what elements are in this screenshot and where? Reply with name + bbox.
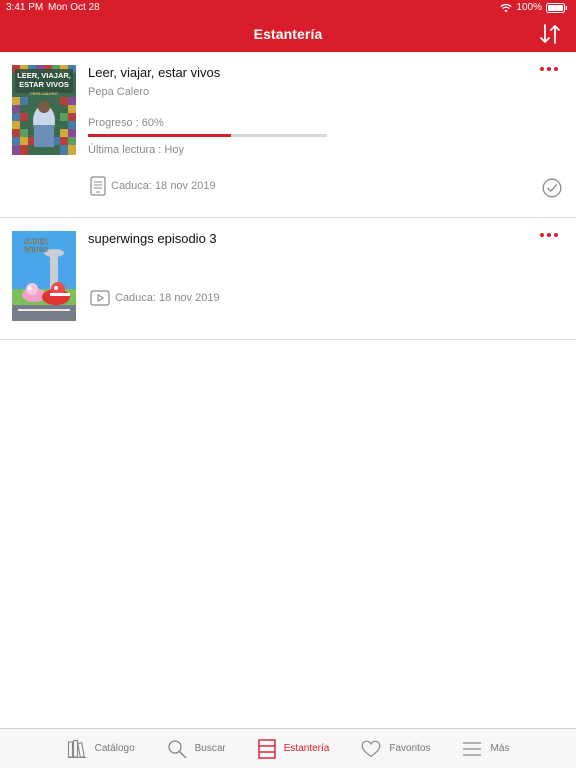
more-options-button[interactable] <box>540 230 560 240</box>
tab-label: Más <box>490 743 510 754</box>
wifi-icon <box>500 3 513 13</box>
more-dot <box>547 233 551 237</box>
check-circle-icon <box>542 178 562 202</box>
shelf-item[interactable]: SUPER WINGS superwings episodio 3 Caduca… <box>0 218 576 340</box>
cover-logo-line-1: SUPER <box>24 239 48 246</box>
battery-icon <box>546 2 568 13</box>
sort-button[interactable] <box>538 22 562 46</box>
battery-percent: 100% <box>516 2 542 13</box>
ebook-icon <box>90 176 106 196</box>
cover-logo-line-2: WINGS <box>24 247 48 254</box>
search-icon <box>167 739 187 759</box>
video-icon <box>90 290 110 306</box>
expiry-info: Caduca: 18 nov 2019 <box>90 176 216 196</box>
item-author: Pepa Calero <box>88 86 150 98</box>
tab-bar: Catálogo Buscar Estantería Favoritos Más <box>0 728 576 768</box>
progress-fill <box>88 134 232 137</box>
more-dots-icon <box>540 67 544 71</box>
cover-title-line-1: LEER, VIAJAR, <box>17 71 71 80</box>
shelf-item[interactable]: LEER, VIAJAR, ESTAR VIVOS PEPA CALERO Le… <box>0 52 576 218</box>
tab-catalogo[interactable]: Catálogo <box>51 729 151 768</box>
mark-finished-button[interactable] <box>542 178 562 198</box>
tab-favoritos[interactable]: Favoritos <box>345 729 446 768</box>
progress-label: Progreso : 60% <box>88 117 164 129</box>
tab-mas[interactable]: Más <box>446 729 525 768</box>
app-header: Estantería <box>0 16 576 52</box>
last-read: Última lectura : Hoy <box>88 144 184 156</box>
status-time: 3:41 PM <box>6 2 44 13</box>
sort-arrows-icon <box>538 24 562 50</box>
cover-title-line-2: ESTAR VIVOS <box>19 80 69 89</box>
more-options-button[interactable] <box>540 64 560 74</box>
status-bar: 3:41 PM Mon Oct 28 100% <box>0 0 576 16</box>
expiry-info: Caduca: 18 nov 2019 <box>90 290 220 306</box>
heart-icon <box>361 740 381 758</box>
cover-author: PEPA CALERO <box>30 91 58 96</box>
book-cover[interactable]: LEER, VIAJAR, ESTAR VIVOS PEPA CALERO <box>12 65 76 155</box>
item-title[interactable]: superwings episodio 3 <box>88 231 217 246</box>
video-cover[interactable]: SUPER WINGS <box>12 231 76 321</box>
shelf-icon <box>258 738 276 759</box>
expiry-text: Caduca: 18 nov 2019 <box>111 180 216 192</box>
tab-label: Favoritos <box>389 743 431 754</box>
progress-bar <box>88 134 327 137</box>
more-dot <box>547 67 551 71</box>
menu-icon <box>462 741 482 757</box>
tab-label: Estantería <box>283 743 330 754</box>
more-dot <box>554 233 558 237</box>
tab-buscar[interactable]: Buscar <box>151 729 242 768</box>
tab-label: Catálogo <box>94 743 135 754</box>
books-icon <box>67 739 87 759</box>
tab-label: Buscar <box>194 743 226 754</box>
expiry-text: Caduca: 18 nov 2019 <box>115 292 220 304</box>
item-title[interactable]: Leer, viajar, estar vivos <box>88 65 220 80</box>
page-title: Estantería <box>253 26 323 42</box>
tab-estanteria[interactable]: Estantería <box>242 729 346 768</box>
status-date: Mon Oct 28 <box>48 2 100 13</box>
more-dots-icon <box>540 233 544 237</box>
more-dot <box>554 67 558 71</box>
shelf-list: LEER, VIAJAR, ESTAR VIVOS PEPA CALERO Le… <box>0 52 576 340</box>
status-right: 100% <box>500 2 568 13</box>
